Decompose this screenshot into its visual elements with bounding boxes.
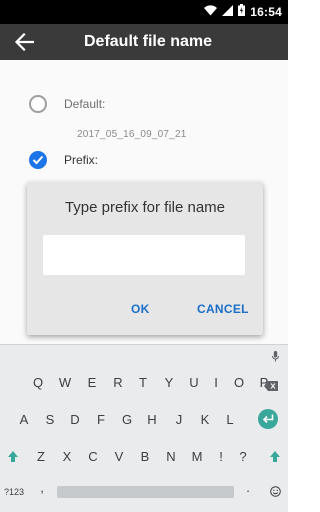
- key-period[interactable]: .: [235, 475, 261, 501]
- mic-spacer: [12, 360, 24, 370]
- dialog-title: Type prefix for file name: [64, 199, 226, 216]
- key-v[interactable]: V: [106, 444, 132, 470]
- key-g[interactable]: G: [114, 407, 140, 433]
- emoji-icon[interactable]: [262, 479, 288, 505]
- space-bar[interactable]: [57, 486, 234, 498]
- key-b[interactable]: B: [132, 444, 158, 470]
- check-icon: [32, 155, 44, 165]
- key-j[interactable]: J: [166, 407, 192, 433]
- key-x[interactable]: X: [54, 444, 80, 470]
- key-m[interactable]: M: [184, 444, 210, 470]
- prefix-dialog: Type prefix for file name OK CANCEL: [27, 182, 263, 335]
- key-s[interactable]: S: [37, 407, 63, 433]
- keyboard-row-3: Z X C V B N M ! ?: [0, 444, 288, 470]
- backspace-icon[interactable]: [0, 370, 25, 396]
- key-n[interactable]: N: [158, 444, 184, 470]
- key-d[interactable]: D: [62, 407, 88, 433]
- key-f[interactable]: F: [88, 407, 114, 433]
- enter-icon: [262, 414, 274, 424]
- page-title: Default file name: [83, 33, 213, 50]
- key-q[interactable]: Q: [25, 370, 51, 396]
- key-k[interactable]: K: [192, 407, 218, 433]
- option-prefix-label: Prefix:: [64, 153, 99, 167]
- keyboard: Q W E R T Y U I O P A S D F G H J K L Z …: [0, 344, 288, 512]
- key-comma[interactable]: ,: [29, 475, 55, 501]
- signal-icon: [222, 3, 234, 21]
- key-o[interactable]: O: [226, 370, 252, 396]
- key-w[interactable]: W: [52, 370, 78, 396]
- shift-right-icon[interactable]: [262, 444, 288, 470]
- key-h[interactable]: H: [139, 407, 165, 433]
- keyboard-row-1: Q W E R T Y U I O P: [0, 370, 288, 396]
- key-question[interactable]: ?: [230, 444, 256, 470]
- key-z[interactable]: Z: [28, 444, 54, 470]
- battery-icon: [238, 3, 246, 21]
- app-bar: Default file name: [0, 24, 288, 60]
- option-prefix[interactable]: Prefix:: [29, 151, 98, 169]
- default-filename-value: 2017_05_16_09_07_21: [77, 129, 187, 140]
- keyboard-row-2: A S D F G H J K L: [0, 407, 288, 433]
- key-c[interactable]: C: [80, 444, 106, 470]
- radio-default[interactable]: [29, 95, 47, 113]
- microphone-icon[interactable]: [272, 349, 279, 367]
- key-l[interactable]: L: [217, 407, 243, 433]
- radio-prefix[interactable]: [29, 151, 47, 169]
- key-a[interactable]: A: [11, 407, 37, 433]
- ok-button[interactable]: OK: [131, 302, 150, 316]
- key-y[interactable]: Y: [156, 370, 182, 396]
- key-r[interactable]: R: [105, 370, 131, 396]
- enter-key[interactable]: [258, 409, 278, 429]
- key-symbols[interactable]: ?123: [1, 479, 27, 505]
- clock: 16:54: [250, 5, 282, 19]
- wifi-icon: [204, 3, 218, 21]
- key-t[interactable]: T: [130, 370, 156, 396]
- cancel-button[interactable]: CANCEL: [197, 302, 249, 316]
- shift-left-icon[interactable]: [0, 444, 26, 470]
- prefix-input[interactable]: [43, 235, 245, 275]
- status-bar: 16:54: [0, 0, 288, 24]
- option-default-label: Default:: [64, 97, 106, 111]
- option-default[interactable]: Default:: [29, 95, 105, 113]
- backspace-key-icon[interactable]: [264, 378, 278, 396]
- key-e[interactable]: E: [79, 370, 105, 396]
